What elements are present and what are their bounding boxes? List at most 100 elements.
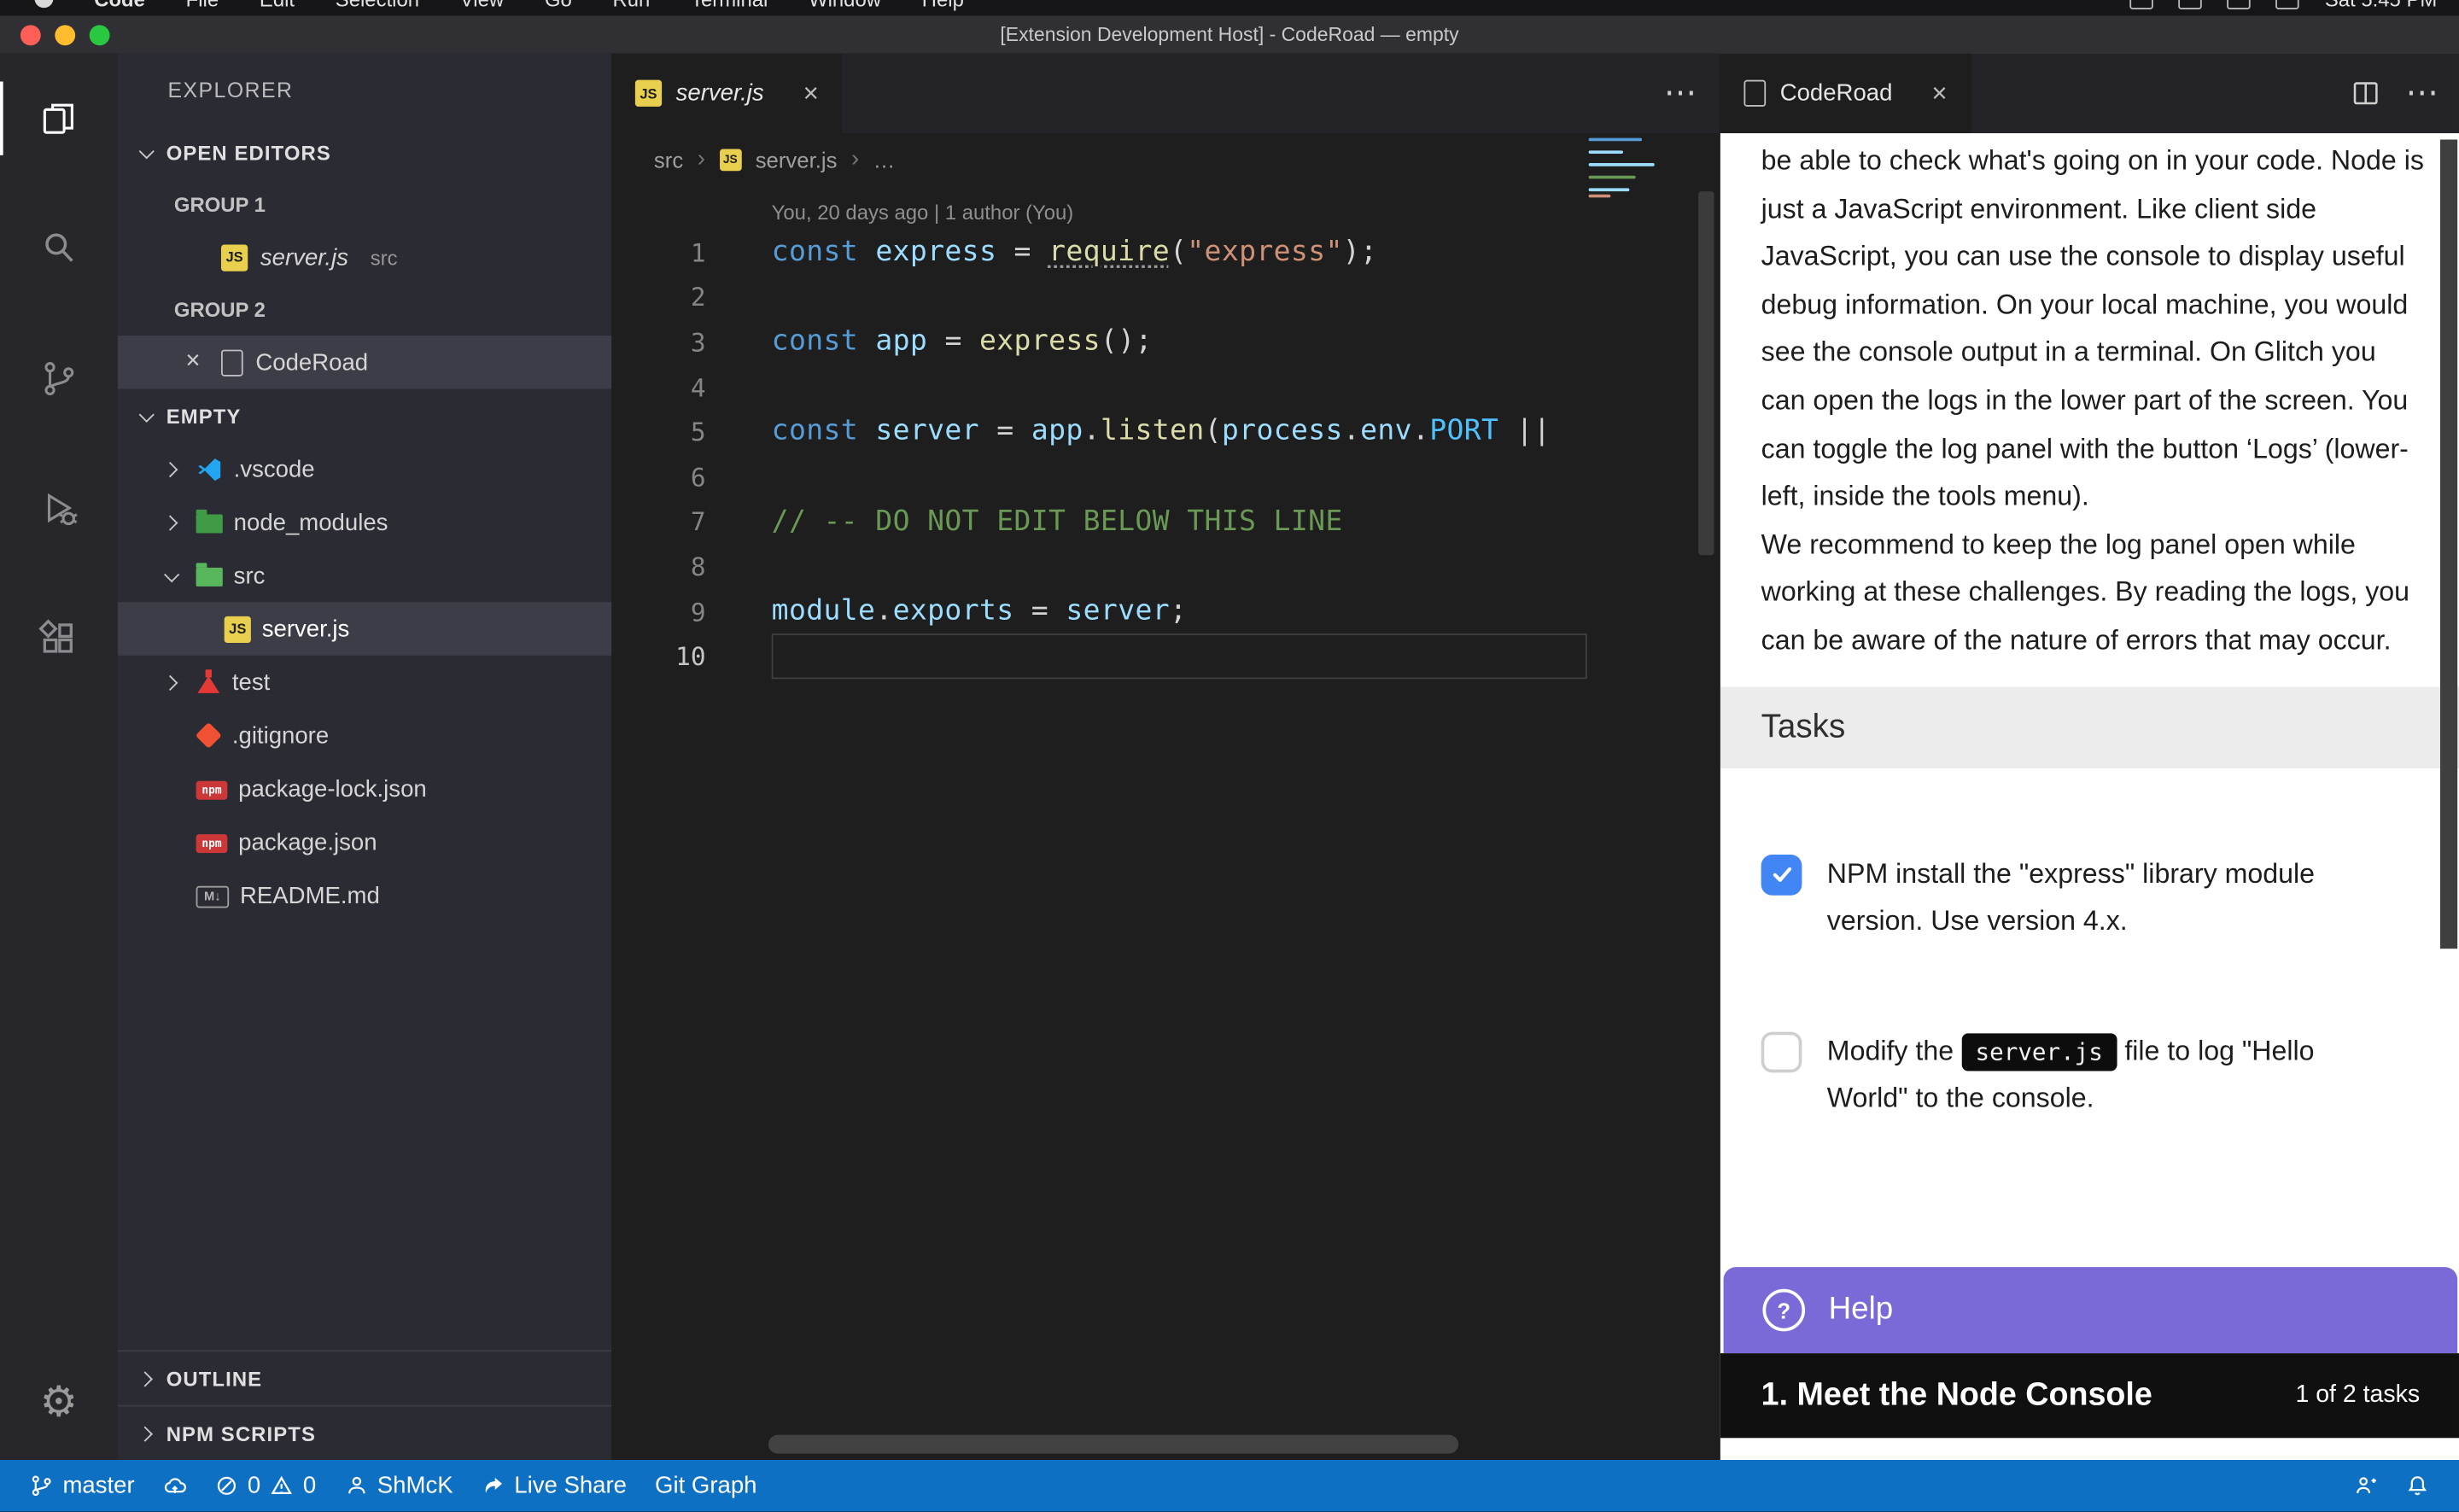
notifications-item[interactable]: [2392, 1460, 2444, 1512]
git-graph-item[interactable]: Git Graph: [641, 1460, 772, 1512]
code-line[interactable]: 7// -- DO NOT EDIT BELOW THIS LINE: [611, 499, 1719, 545]
editor-more-actions-icon[interactable]: ⋯: [1664, 73, 1697, 113]
vertical-scrollbar[interactable]: [1698, 191, 1714, 555]
panel-tab-bar: CodeRoad × ⋯: [1720, 53, 2459, 133]
menubar-clock[interactable]: Sat 5:45 PM: [2325, 0, 2437, 10]
apple-menu-icon[interactable]: [34, 0, 53, 8]
feedback-item[interactable]: [2339, 1460, 2392, 1512]
tree-item-gitignore[interactable]: .gitignore: [118, 709, 612, 762]
tree-item-readme[interactable]: README.md: [118, 869, 612, 922]
tab-serverjs[interactable]: server.js ×: [611, 53, 842, 133]
menubar-status-icon[interactable]: [2276, 0, 2300, 9]
code-token: server: [875, 415, 979, 448]
code-line[interactable]: 4: [611, 365, 1719, 411]
checkbox-unchecked[interactable]: [1761, 1031, 1802, 1072]
sync-changes-item[interactable]: [149, 1460, 201, 1512]
source-control-icon[interactable]: [0, 313, 118, 443]
tree-item-package-json[interactable]: package.json: [118, 815, 612, 868]
menu-item-file[interactable]: File: [186, 0, 219, 10]
menu-item-go[interactable]: Go: [545, 0, 572, 10]
help-bar[interactable]: ? Help: [1724, 1267, 2458, 1353]
code-line[interactable]: 5const server = app.listen(process.env.P…: [611, 410, 1719, 455]
minimize-window-button[interactable]: [55, 24, 75, 44]
code-line[interactable]: 9module.exports = server;: [611, 589, 1719, 634]
split-editor-icon[interactable]: [2352, 80, 2379, 107]
close-icon[interactable]: ×: [178, 348, 209, 377]
code-line[interactable]: 1const express = require("express");: [611, 231, 1719, 276]
code-line[interactable]: 2: [611, 276, 1719, 321]
menu-item-selection[interactable]: Selection: [336, 0, 419, 10]
workspace-section-header[interactable]: EMPTY: [118, 389, 612, 442]
code-token: =: [927, 325, 979, 359]
git-branch-item[interactable]: master: [15, 1460, 149, 1512]
task-count: 1 of 2 tasks: [2295, 1381, 2420, 1410]
line-number[interactable]: 7: [611, 507, 705, 537]
menu-item-edit[interactable]: Edit: [260, 0, 295, 10]
codelens-annotation[interactable]: You, 20 days ago | 1 author (You): [611, 185, 1719, 231]
tree-item-node-modules[interactable]: node_modules: [118, 495, 612, 548]
line-number[interactable]: 9: [611, 597, 705, 627]
run-and-debug-icon[interactable]: [0, 444, 118, 574]
code-token: .: [1412, 415, 1429, 448]
line-number[interactable]: 5: [611, 417, 705, 447]
webview-scrollbar[interactable]: [2440, 139, 2457, 949]
breadcrumb-more[interactable]: …: [873, 147, 896, 172]
tree-item-vscode[interactable]: .vscode: [118, 442, 612, 495]
menu-item-code[interactable]: Code: [94, 0, 145, 10]
menubar-status-icon[interactable]: [2228, 0, 2252, 9]
breadcrumb-file[interactable]: server.js: [756, 147, 838, 172]
tab-coderoad[interactable]: CodeRoad ×: [1720, 53, 1971, 133]
menu-item-help[interactable]: Help: [922, 0, 964, 10]
chevron-down-icon: [133, 139, 160, 164]
close-tab-icon[interactable]: ×: [1931, 78, 1947, 109]
problems-item[interactable]: 0 0: [201, 1460, 330, 1512]
menu-item-window[interactable]: Window: [809, 0, 881, 10]
live-share-item[interactable]: Live Share: [467, 1460, 640, 1512]
line-number[interactable]: 6: [611, 462, 705, 492]
line-number[interactable]: 2: [611, 283, 705, 312]
checkbox-checked[interactable]: [1761, 854, 1802, 895]
open-editor-coderoad[interactable]: × CodeRoad: [118, 336, 612, 388]
tree-item-test[interactable]: test: [118, 656, 612, 709]
line-number[interactable]: 8: [611, 552, 705, 581]
line-number[interactable]: 3: [611, 328, 705, 358]
search-icon[interactable]: [0, 184, 118, 313]
coderoad-panel: CodeRoad × ⋯ be able to check what's goi…: [1719, 53, 2459, 1460]
errors-icon: [214, 1474, 238, 1498]
extensions-icon[interactable]: [0, 574, 118, 703]
tree-item-package-lock[interactable]: package-lock.json: [118, 762, 612, 815]
tree-item-src[interactable]: src: [118, 549, 612, 602]
code-line[interactable]: 6: [611, 455, 1719, 500]
open-editors-header[interactable]: OPEN EDITORS: [118, 126, 612, 178]
code-token: (: [1205, 415, 1222, 448]
horizontal-scrollbar[interactable]: [768, 1435, 1458, 1454]
title-bar[interactable]: [Extension Development Host] - CodeRoad …: [0, 15, 2459, 55]
code-token: (: [1170, 236, 1187, 269]
outline-section-header[interactable]: OUTLINE: [118, 1350, 612, 1404]
explorer-sidebar: EXPLORER OPEN EDITORS GROUP 1 server.js …: [118, 53, 612, 1460]
code-line[interactable]: 10: [611, 634, 1719, 680]
menubar-status-icon[interactable]: [2130, 0, 2154, 9]
tree-item-serverjs[interactable]: server.js: [118, 602, 612, 655]
panel-more-actions-icon[interactable]: ⋯: [2406, 73, 2439, 113]
settings-gear-icon[interactable]: ⚙: [40, 1363, 78, 1441]
open-editor-serverjs[interactable]: server.js src: [118, 231, 612, 283]
close-tab-icon[interactable]: ×: [803, 78, 819, 109]
menubar-status-icon[interactable]: [2179, 0, 2203, 9]
line-number[interactable]: 1: [611, 238, 705, 268]
code-line[interactable]: 8: [611, 545, 1719, 590]
minimap[interactable]: [1589, 138, 1668, 198]
menu-item-view[interactable]: View: [460, 0, 504, 10]
close-window-button[interactable]: [20, 24, 41, 44]
code-line[interactable]: 3const app = express();: [611, 320, 1719, 365]
account-item[interactable]: ShMcK: [330, 1460, 467, 1512]
menu-item-terminal[interactable]: Terminal: [691, 0, 768, 10]
tasks-header: Tasks: [1720, 686, 2459, 768]
line-number[interactable]: 10: [611, 641, 705, 671]
npm-scripts-section-header[interactable]: NPM SCRIPTS: [118, 1405, 612, 1460]
explorer-icon[interactable]: [0, 53, 118, 183]
line-number[interactable]: 4: [611, 372, 705, 402]
zoom-window-button[interactable]: [90, 24, 110, 44]
menu-item-run[interactable]: Run: [613, 0, 651, 10]
breadcrumb-src[interactable]: src: [654, 147, 683, 172]
